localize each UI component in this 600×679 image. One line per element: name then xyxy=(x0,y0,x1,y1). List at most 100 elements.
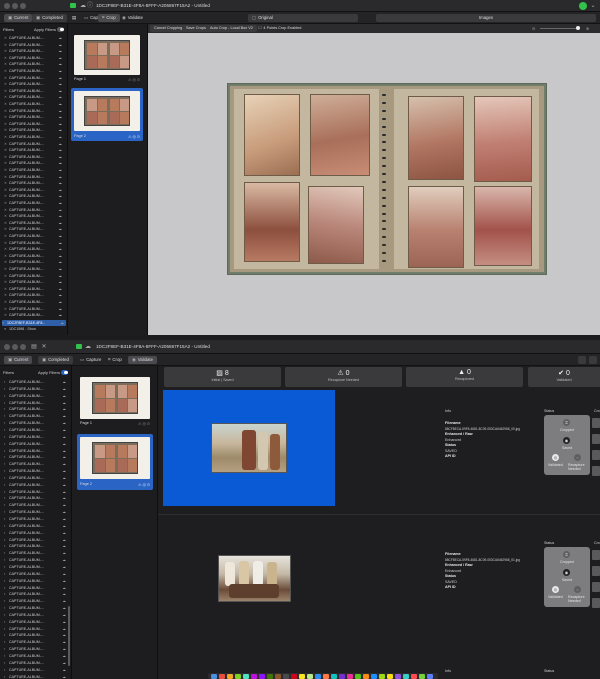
apply-filters-toggle[interactable] xyxy=(61,370,68,375)
dock-app-icon[interactable] xyxy=(331,674,337,679)
sidebar-album-item[interactable]: ▪ CAPTURE-ALBUM-... ☁ xyxy=(4,626,68,632)
zoom-in-icon[interactable]: ⊕ xyxy=(586,26,589,31)
sidebar-album-item[interactable]: ✕ CAPTURE-ALBUM-... ☁ xyxy=(4,94,64,100)
sidebar-album-item[interactable]: ✕ CAPTURE-ALBUM-... ☁ xyxy=(4,121,64,127)
sidebar-album-item[interactable]: ▪ CAPTURE-ALBUM-... ☁ xyxy=(4,413,68,419)
sidebar-album-item[interactable]: ▪ CAPTURE-ALBUM-... ☁ xyxy=(4,509,68,515)
side-action-button[interactable] xyxy=(592,566,600,576)
sidebar-album-item[interactable]: ▪ CAPTURE-ALBUM-... ☁ xyxy=(4,434,68,440)
sidebar-album-item[interactable]: ✕ CAPTURE-ALBUM-... ☁ xyxy=(4,220,64,226)
sidebar-album-item[interactable]: ✕ CAPTURE-ALBUM-... ☁ xyxy=(4,42,64,48)
cloud-icon[interactable]: ☁ xyxy=(84,343,92,351)
sidebar-icon[interactable]: ▤ xyxy=(30,343,38,351)
sidebar-album-item[interactable]: ▪ CAPTURE-ALBUM-... ☁ xyxy=(4,612,68,618)
page-thumbnail[interactable]: Page 2 ⚠ ◎ ⊙ xyxy=(77,434,153,490)
sidebar-album-item[interactable]: ✕ CAPTURE-ALBUM-... ☁ xyxy=(4,141,64,147)
sidebar-album-item[interactable]: ✕ CAPTURE-ALBUM-... ☁ xyxy=(4,167,64,173)
crop-canvas[interactable]: Cancel Cropping Save Crops Auto Crop - L… xyxy=(148,24,600,335)
sidebar-album-item[interactable]: ✕ CAPTURE-ALBUM-... ☁ xyxy=(4,259,64,265)
tab-current[interactable]: ▣ Current xyxy=(4,14,33,22)
sidebar-album-item[interactable]: ▪ CAPTURE-ALBUM-... ☁ xyxy=(4,646,68,652)
sidebar-album-item[interactable]: ✕ CAPTURE-ALBUM-... ☁ xyxy=(4,174,64,180)
sidebar-album-item[interactable]: ▪ CAPTURE-ALBUM-... ☁ xyxy=(4,461,68,467)
sidebar-album-item[interactable]: ▪ CAPTURE-ALBUM-... ☁ xyxy=(4,660,68,666)
sidebar-album-item[interactable]: ✕ CAPTURE-ALBUM-... ☁ xyxy=(4,207,64,213)
sidebar-album-item[interactable]: ▪ CAPTURE-ALBUM-... ☁ xyxy=(4,578,68,584)
sidebar-album-item[interactable]: ✕ CAPTURE-ALBUM-... ☁ xyxy=(4,81,64,87)
dock-app-icon[interactable] xyxy=(427,674,433,679)
sidebar-album-item[interactable]: ▪ CAPTURE-ALBUM-... ☁ xyxy=(4,523,68,529)
recapture-icon[interactable]: ◌ xyxy=(574,454,581,461)
sidebar-album-item[interactable]: ▪ CAPTURE-ALBUM-... ☁ xyxy=(4,537,68,543)
sidebar-album-item[interactable]: ✕ CAPTURE-ALBUM-... ☁ xyxy=(4,160,64,166)
info-icon[interactable]: ⓘ xyxy=(86,2,94,10)
sidebar-album-item[interactable]: ▪ CAPTURE-ALBUM-... ☁ xyxy=(4,482,68,488)
dock-app-icon[interactable] xyxy=(275,674,281,679)
minimize-dot[interactable] xyxy=(12,344,18,350)
sidebar-album-item[interactable]: ✕ CAPTURE-ALBUM-... ☁ xyxy=(4,286,64,292)
sidebar-album-item[interactable]: ✕ CAPTURE-ALBUM-... ☁ xyxy=(4,147,64,153)
side-action-button[interactable] xyxy=(592,450,600,460)
dock-app-icon[interactable] xyxy=(323,674,329,679)
dock-app-icon[interactable] xyxy=(347,674,353,679)
sidebar-album-item[interactable]: ✕ CAPTURE-ALBUM-... ☁ xyxy=(4,306,64,312)
summary-card-recaptured[interactable]: ▲ 0 Recaptured xyxy=(406,367,523,387)
video-icon[interactable] xyxy=(70,3,76,8)
sidebar-album-item[interactable]: ▪ CAPTURE-ALBUM-... ☁ xyxy=(4,502,68,508)
dock-app-icon[interactable] xyxy=(307,674,313,679)
sidebar-album-item[interactable]: ✕ CAPTURE-ALBUM-... ☁ xyxy=(4,127,64,133)
crop-button[interactable]: ⌗ Crop xyxy=(104,356,126,364)
dock-app-icon[interactable] xyxy=(219,674,225,679)
sidebar-album-item[interactable]: ▪ CAPTURE-ALBUM-... ☁ xyxy=(4,454,68,460)
side-action-button[interactable] xyxy=(592,582,600,592)
dock-app-icon[interactable] xyxy=(283,674,289,679)
sidebar-album-item[interactable]: ✕ CAPTURE-ALBUM-... ☁ xyxy=(4,114,64,120)
tab-completed[interactable]: ▣ Completed xyxy=(38,356,73,364)
sidebar-album-item[interactable]: ✕ CAPTURE-ALBUM-... ☁ xyxy=(4,108,64,114)
zoom-slider[interactable] xyxy=(540,28,580,29)
sidebar-album-item[interactable]: ✕ CAPTURE-ALBUM-... ☁ xyxy=(4,55,64,61)
sidebar-album-item[interactable]: ✕ CAPTURE-ALBUM-... ☁ xyxy=(4,101,64,107)
sidebar-album-item[interactable]: ▪ CAPTURE-ALBUM-... ☁ xyxy=(4,605,68,611)
sidebar-album-item[interactable]: ▪ CAPTURE-ALBUM-... ☁ xyxy=(4,632,68,638)
sidebar-album-item[interactable]: ▪ CAPTURE-ALBUM-... ☁ xyxy=(4,543,68,549)
validate-button[interactable]: ◉ Validate xyxy=(118,14,147,22)
side-action-button[interactable] xyxy=(592,434,600,444)
sidebar-album-item[interactable]: ▪ CAPTURE-ALBUM-... ☁ xyxy=(4,475,68,481)
sidebar-album-item[interactable]: ✕ CAPTURE-ALBUM-... ☁ xyxy=(4,299,64,305)
summary-card-saved[interactable]: ▨ 8 Initial | Saved xyxy=(164,367,281,387)
dock-app-icon[interactable] xyxy=(419,674,425,679)
sidebar-album-item[interactable]: ✕ CAPTURE-ALBUM-... ☁ xyxy=(4,213,64,219)
crop-icon[interactable]: ⌗ xyxy=(563,551,570,558)
zoom-dot[interactable] xyxy=(20,344,26,350)
dock-app-icon[interactable] xyxy=(299,674,305,679)
side-action-button[interactable] xyxy=(592,550,600,560)
grid-view-icon[interactable] xyxy=(578,356,586,364)
sidebar-album-item[interactable]: ▪ CAPTURE-ALBUM-... ☁ xyxy=(4,489,68,495)
sidebar-album-item[interactable]: ✕ CAPTURE-ALBUM-... ☁ xyxy=(4,253,64,259)
profile-avatar[interactable] xyxy=(579,2,587,10)
sidebar-album-item[interactable]: ▪ CAPTURE-ALBUM-... ☁ xyxy=(4,530,68,536)
result-preview[interactable] xyxy=(163,516,335,632)
side-action-button[interactable] xyxy=(592,466,600,476)
sidebar-toggle[interactable]: ▤ xyxy=(68,14,80,22)
sidebar-album-item[interactable]: ✕ CAPTURE-ALBUM-... ☁ xyxy=(4,187,64,193)
page-thumbnail[interactable]: Page 1 ⚠ ◎ ⊙ xyxy=(77,374,153,428)
dock-app-icon[interactable] xyxy=(259,674,265,679)
dock-app-icon[interactable] xyxy=(251,674,257,679)
sidebar-album-item[interactable]: ✕ CAPTURE-ALBUM-... ☁ xyxy=(4,180,64,186)
dock-app-icon[interactable] xyxy=(291,674,297,679)
sidebar-album-item[interactable]: ▪ CAPTURE-ALBUM-... ☁ xyxy=(4,653,68,659)
sidebar-album-item[interactable]: ✕ CAPTURE-ALBUM-... ☁ xyxy=(4,279,64,285)
chevron-down-icon[interactable]: ⌄ xyxy=(589,2,597,10)
validated-icon[interactable]: ◎ xyxy=(552,454,559,461)
dock-app-icon[interactable] xyxy=(363,674,369,679)
sidebar-album-item[interactable]: ✕ CAPTURE-ALBUM-... ☁ xyxy=(4,226,64,232)
zoom-slider-handle[interactable] xyxy=(576,26,580,30)
sidebar-album-item[interactable]: ▪ CAPTURE-ALBUM-... ☁ xyxy=(4,619,68,625)
sidebar-album-item[interactable]: ▪ CAPTURE-ALBUM-... ☁ xyxy=(4,564,68,570)
close-dot[interactable] xyxy=(4,344,10,350)
sidebar-album-item[interactable]: ▪ CAPTURE-ALBUM-... ☁ xyxy=(4,639,68,645)
dock-app-icon[interactable] xyxy=(211,674,217,679)
tab-current[interactable]: ▣ Current xyxy=(4,356,33,364)
